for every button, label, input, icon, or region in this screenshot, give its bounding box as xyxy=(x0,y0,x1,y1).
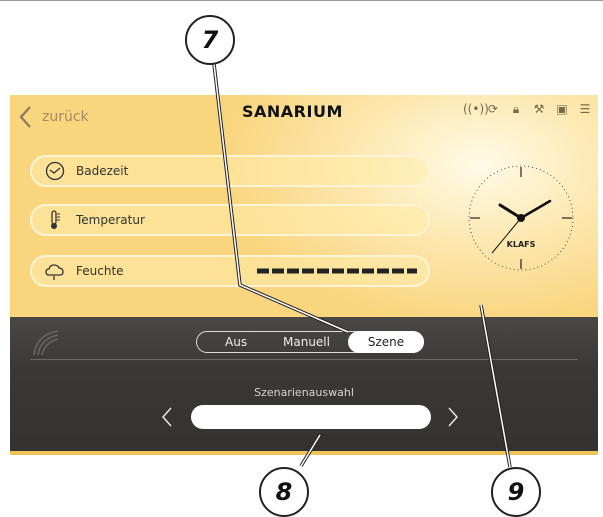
param-feuchte[interactable]: Feuchte xyxy=(30,255,430,287)
control-panel-screen: zurück SANARIUM ((•)) ⟳ 🔒︎ ⚒︎ ▣ ☰ Badeze… xyxy=(10,95,598,455)
wireless-icon[interactable]: ((•)) xyxy=(463,102,489,116)
thermometer-icon xyxy=(51,210,60,229)
page-title: SANARIUM xyxy=(242,102,343,121)
callout-9: 9 xyxy=(491,467,541,517)
chevron-left-icon xyxy=(19,106,31,128)
top-rule xyxy=(0,0,603,1)
back-button[interactable]: zurück xyxy=(18,105,89,129)
refresh-icon[interactable]: ⟳ xyxy=(486,102,500,116)
upper-panel: zurück SANARIUM ((•)) ⟳ 🔒︎ ⚒︎ ▣ ☰ Badeze… xyxy=(10,95,598,317)
param-label: Temperatur xyxy=(76,213,145,227)
clock-brand: KLAFS xyxy=(507,240,536,249)
scenario-label: Szenarienauswahl xyxy=(254,386,354,399)
save-icon[interactable]: ▣ xyxy=(555,102,569,116)
param-label: Feuchte xyxy=(76,264,124,278)
analog-clock: KLAFS xyxy=(468,165,574,271)
mode-option-szene[interactable]: Szene xyxy=(348,331,424,353)
scenario-select[interactable] xyxy=(191,405,431,429)
back-label: zurück xyxy=(42,109,89,125)
cloud-icon xyxy=(45,264,64,280)
callout-7: 7 xyxy=(185,15,235,65)
clock-icon xyxy=(45,161,65,181)
callout-8: 8 xyxy=(259,467,309,517)
param-badezeit[interactable]: Badezeit xyxy=(30,155,430,187)
chevron-left-icon[interactable] xyxy=(160,405,174,429)
wrench-icon[interactable]: ⚒︎ xyxy=(532,102,546,116)
chevron-right-icon[interactable] xyxy=(446,405,460,429)
divider xyxy=(30,359,578,360)
param-label: Badezeit xyxy=(76,164,129,178)
logo-icon xyxy=(33,330,59,356)
param-temperatur[interactable]: Temperatur xyxy=(30,204,430,236)
toolbar-icons: ((•)) ⟳ 🔒︎ ⚒︎ ▣ ☰ xyxy=(463,102,592,116)
lock-icon[interactable]: 🔒︎ xyxy=(509,102,523,116)
lower-panel: Aus Manuell Szene Szenarienauswahl xyxy=(10,317,598,455)
list-icon[interactable]: ☰ xyxy=(578,102,592,116)
humidity-level-bar xyxy=(257,268,417,274)
mode-option-manuell[interactable]: Manuell xyxy=(283,335,330,349)
mode-selector: Aus Manuell Szene xyxy=(196,331,424,353)
bottom-accent xyxy=(10,451,598,455)
mode-option-aus[interactable]: Aus xyxy=(225,335,247,349)
